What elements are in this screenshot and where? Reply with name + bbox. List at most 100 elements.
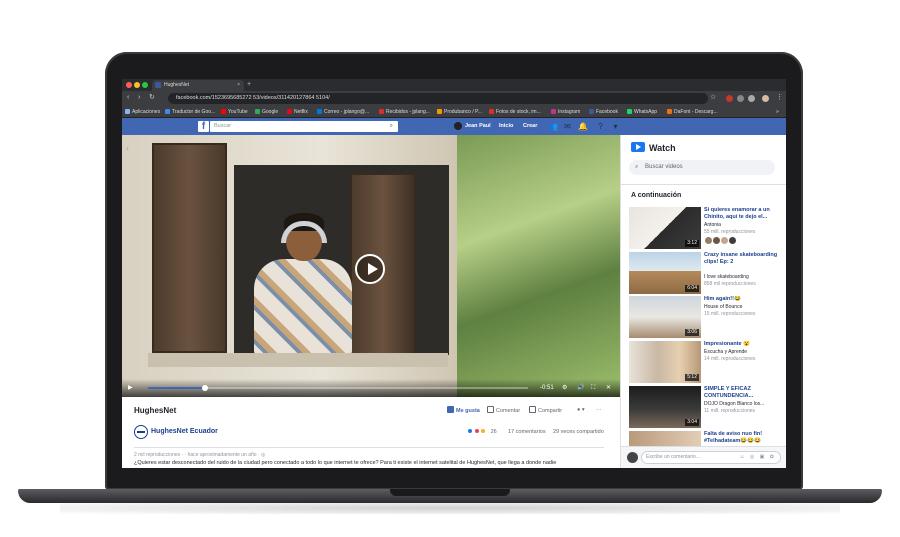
messenger-icon[interactable]: ✉ <box>563 122 572 131</box>
channel-name: I love skateboarding <box>704 274 749 280</box>
close-video-icon[interactable]: ✕ <box>606 379 611 397</box>
play-button[interactable] <box>355 254 385 284</box>
bookmark-item[interactable]: Produbanco / P... <box>437 106 482 118</box>
shares-count-link[interactable]: 29 veces compartido <box>553 429 604 435</box>
bookmark-favicon-icon <box>255 108 260 114</box>
browser-menu-icon[interactable]: ⋮ <box>776 94 783 102</box>
bookmark-item[interactable]: Correo - jplango@... <box>317 106 369 118</box>
time-remaining: -0:51 <box>540 385 554 391</box>
forward-button[interactable]: › <box>138 94 140 102</box>
bookmark-item[interactable]: Instagram <box>551 106 580 118</box>
bookmark-star-icon[interactable]: ☆ <box>710 94 716 102</box>
bookmark-item[interactable]: Traductor de Goo... <box>165 106 215 118</box>
bookmark-favicon-icon <box>287 108 292 114</box>
maximize-window-button[interactable] <box>142 82 148 88</box>
bookmark-item[interactable]: DaFont - Descarg... <box>667 106 718 118</box>
friends-icon[interactable]: 👥 <box>548 122 558 131</box>
bookmarks-overflow-icon[interactable]: » <box>776 106 779 118</box>
more-options-icon[interactable]: ··· <box>596 406 602 415</box>
seek-progress <box>148 387 205 389</box>
profile-avatar[interactable] <box>762 95 769 102</box>
list-item[interactable]: 3:12 Si quieres enamorar a un Chinito, a… <box>629 207 783 251</box>
page-avatar[interactable] <box>134 425 148 439</box>
video-title-link[interactable]: Impresionante 😮 <box>704 341 782 348</box>
browser-tab[interactable]: HughesNet × <box>152 80 244 91</box>
bookmark-favicon-icon <box>221 108 226 114</box>
bookmark-label: Netflix <box>294 109 308 115</box>
extension-icon[interactable] <box>748 95 755 102</box>
extension-icon[interactable] <box>737 95 744 102</box>
video-title-link[interactable]: Crazy insane skateboarding clips! Ep: 2 <box>704 252 782 266</box>
extension-icon[interactable] <box>726 95 733 102</box>
comment-placeholder: Escribe un comentario... <box>646 454 700 460</box>
bookmark-item[interactable]: Fotos de stock, im... <box>489 106 541 118</box>
video-search-input[interactable]: ⌕ Buscar videos <box>629 160 775 175</box>
home-link[interactable]: Inicio <box>499 118 513 135</box>
laptop-shadow <box>60 502 840 514</box>
comment-button[interactable]: Comentar <box>487 406 520 416</box>
up-next-heading: A continuación <box>631 192 682 199</box>
duration-badge: 5:12 <box>685 374 699 381</box>
video-title-link[interactable]: Him again!!😂 <box>704 296 782 303</box>
search-icon[interactable]: ⌕ <box>390 121 393 132</box>
like-reaction-icon <box>467 428 473 434</box>
bookmark-item[interactable]: Aplicaciones <box>125 106 160 118</box>
video-post-panel: ‹ ▶ -0:51 ⚙ 🔊 ⛶ ✕ HughesNet Me gusta Com… <box>122 135 620 468</box>
previous-video-chevron-left-icon[interactable]: ‹ <box>126 143 129 153</box>
user-name-link[interactable]: Jean Paul <box>465 118 491 135</box>
seek-bar[interactable] <box>148 385 528 391</box>
settings-gear-icon[interactable]: ⚙ <box>562 379 567 397</box>
reactions-summary[interactable]: 26 <box>467 428 497 435</box>
list-item[interactable]: 3:06 Him again!!😂 House of Bounce 15 mil… <box>629 296 783 340</box>
bookmark-label: YouTube <box>228 109 248 115</box>
new-tab-button[interactable]: + <box>247 79 251 91</box>
facebook-search-input[interactable]: Buscar ⌕ <box>210 121 398 132</box>
url-text: facebook.com/1523695685272 53/videos/311… <box>176 95 330 101</box>
share-button[interactable]: Compartir <box>529 406 562 416</box>
laptop-screen: HughesNet × + ‹ › ↻ facebook.com/1523695… <box>122 79 786 468</box>
laptop-mockup: HughesNet × + ‹ › ↻ facebook.com/1523695… <box>0 0 900 537</box>
video-title-link[interactable]: SIMPLE Y EFICAZ CONTUNDENCIA... <box>704 386 782 400</box>
video-title-link[interactable]: Falta de aviso nuo fin! #Telhadateam😂😂😂 <box>704 431 782 445</box>
bookmark-item[interactable]: WhatsApp <box>627 106 657 118</box>
video-player[interactable]: ‹ ▶ -0:51 ⚙ 🔊 ⛶ ✕ <box>122 135 620 397</box>
video-thumbnail: 3:04 <box>629 386 701 428</box>
bookmark-label: Correo - jplango@... <box>324 109 370 115</box>
close-window-button[interactable] <box>126 82 132 88</box>
comment-input[interactable]: Escribe un comentario... ☺ ◎ ▣ ✿ <box>641 451 781 464</box>
list-item[interactable]: 5:12 Impresionante 😮 Escucha y Aprende 1… <box>629 341 783 385</box>
comments-count-link[interactable]: 17 comentarios <box>508 429 546 435</box>
audience-selector-chevron-down-icon[interactable]: ● ▾ <box>577 406 585 415</box>
seek-handle[interactable] <box>202 385 208 391</box>
list-item[interactable]: 3:04 SIMPLE Y EFICAZ CONTUNDENCIA... DOJ… <box>629 386 783 430</box>
page-name-link[interactable]: HughesNet Ecuador <box>151 428 218 435</box>
like-button[interactable]: Me gusta <box>447 406 480 416</box>
create-link[interactable]: Crear <box>523 118 537 135</box>
fullscreen-icon[interactable]: ⛶ <box>591 379 595 397</box>
list-item[interactable]: 6:04 Crazy insane skateboarding clips! E… <box>629 252 783 296</box>
bookmark-item[interactable]: Recibidos - jplang... <box>379 106 430 118</box>
minimize-window-button[interactable] <box>134 82 140 88</box>
bookmark-item[interactable]: Netflix <box>287 106 308 118</box>
help-icon[interactable]: ? <box>596 122 605 131</box>
reload-button[interactable]: ↻ <box>149 94 155 102</box>
play-pause-icon[interactable]: ▶ <box>128 379 133 397</box>
bookmark-label: Fotos de stock, im... <box>496 109 541 115</box>
video-title-link[interactable]: Si quieres enamorar a un Chinito, aquí t… <box>704 207 782 221</box>
volume-icon[interactable]: 🔊 <box>577 379 584 397</box>
bookmark-favicon-icon <box>627 108 632 114</box>
bookmark-item[interactable]: Facebook <box>589 106 618 118</box>
account-menu-chevron-down-icon[interactable]: ▾ <box>611 122 620 131</box>
notifications-bell-icon[interactable]: 🔔 <box>578 122 588 131</box>
back-button[interactable]: ‹ <box>127 94 129 102</box>
user-avatar[interactable] <box>454 122 462 130</box>
bookmark-item[interactable]: YouTube <box>221 106 248 118</box>
comment-attachment-icons[interactable]: ☺ ◎ ▣ ✿ <box>739 452 776 463</box>
bookmark-item[interactable]: Google <box>255 106 278 118</box>
watch-heading[interactable]: Watch <box>631 142 676 154</box>
video-frame-sill <box>148 353 448 367</box>
address-bar[interactable]: facebook.com/1523695685272 53/videos/311… <box>168 93 708 104</box>
facebook-logo-icon[interactable]: f <box>198 121 209 132</box>
tab-close-icon[interactable]: × <box>237 80 240 91</box>
love-reaction-icon <box>473 428 480 434</box>
